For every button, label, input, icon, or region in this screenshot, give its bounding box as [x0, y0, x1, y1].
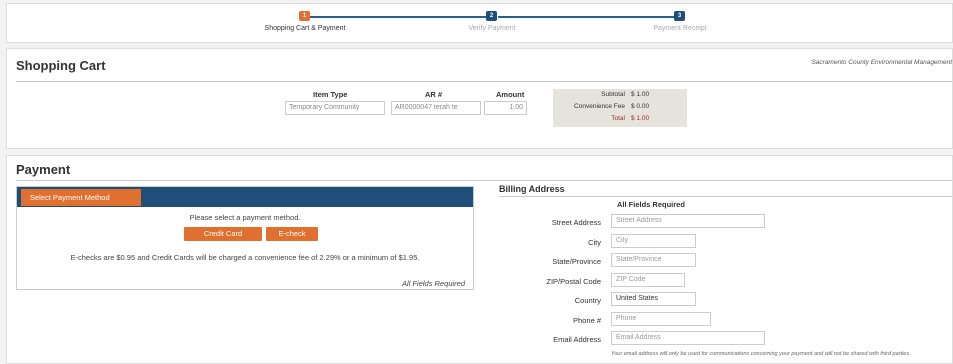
step-3-label: Payment Receipt — [653, 25, 707, 32]
divider — [499, 196, 952, 197]
street-address-input[interactable]: Street Address — [611, 214, 765, 228]
country-label: Country — [574, 296, 601, 305]
city-label: City — [588, 238, 601, 247]
select-payment-method-tab[interactable]: Select Payment Method — [21, 189, 141, 206]
ar-number-header: AR # — [425, 90, 443, 99]
payment-method-tab-bar: Select Payment Method — [17, 187, 473, 207]
step-connector — [498, 16, 676, 18]
shopping-cart-title: Shopping Cart — [16, 58, 106, 73]
convenience-fee-value: $ 0.00 — [631, 103, 650, 110]
step-1-label: Shopping Cart & Payment — [264, 25, 346, 32]
email-input[interactable]: Email Address — [611, 331, 765, 345]
amount-header: Amount — [496, 90, 525, 99]
total-value: $ 1.00 — [631, 115, 650, 122]
zip-input[interactable]: ZIP Code — [611, 273, 685, 287]
payment-panel: Payment Select Payment Method Please sel… — [6, 155, 953, 364]
phone-label: Phone # — [573, 316, 601, 325]
convenience-fee-note: E-checks are $0.95 and Credit Cards will… — [70, 253, 420, 262]
shopping-cart-panel: Shopping Cart Sacramento County Environm… — [6, 48, 953, 149]
convenience-fee-label: Convenience Fee — [574, 103, 625, 110]
step-2-label: Verify Payment — [468, 25, 516, 32]
required-note: All Fields Required — [402, 279, 465, 288]
country-select[interactable]: United States — [611, 292, 696, 306]
step-connector — [307, 16, 492, 18]
totals-box: Subtotal $ 1.00 Convenience Fee $ 0.00 T… — [553, 89, 687, 127]
billing-address-title: Billing Address — [499, 184, 565, 194]
echeck-button[interactable]: E-check — [266, 227, 318, 241]
payment-title: Payment — [16, 162, 71, 177]
step-1-marker: 1 — [299, 11, 310, 21]
state-input[interactable]: State/Province — [611, 253, 696, 267]
divider — [16, 81, 952, 82]
state-label: State/Province — [552, 257, 601, 266]
city-input[interactable]: City — [611, 234, 696, 248]
progress-stepper: 1 2 3 Shopping Cart & Payment Verify Pay… — [6, 3, 953, 43]
payment-method-prompt: Please select a payment method. — [189, 213, 301, 222]
phone-input[interactable]: Phone — [611, 312, 711, 326]
credit-card-button[interactable]: Credit Card — [184, 227, 262, 241]
billing-required-note: All Fields Required — [617, 200, 685, 209]
ar-number-field[interactable]: AR0000047 terah te — [391, 101, 481, 115]
street-address-label: Street Address — [551, 218, 601, 227]
agency-name: Sacramento County Environmental Manageme… — [811, 59, 952, 66]
amount-field[interactable]: 1.00 — [484, 101, 527, 115]
email-privacy-note: Your email address will only be used for… — [611, 351, 911, 357]
item-type-field[interactable]: Temporary Community — [285, 101, 385, 115]
subtotal-label: Subtotal — [601, 91, 625, 98]
zip-label: ZIP/Postal Code — [546, 277, 601, 286]
divider — [16, 180, 952, 181]
step-3-marker: 3 — [674, 11, 685, 21]
payment-method-box: Select Payment Method Please select a pa… — [16, 186, 474, 290]
subtotal-value: $ 1.00 — [631, 91, 650, 98]
total-label: Total — [611, 115, 625, 122]
email-label: Email Address — [553, 335, 601, 344]
step-2-marker: 2 — [486, 11, 497, 21]
item-type-header: Item Type — [313, 90, 348, 99]
